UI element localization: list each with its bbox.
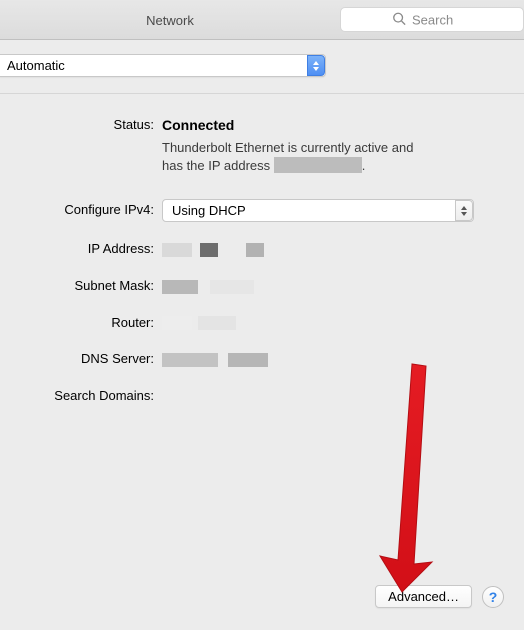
location-value: Automatic xyxy=(7,58,65,73)
dns-server-value xyxy=(162,348,510,367)
subnet-mask-label: Subnet Mask: xyxy=(14,275,162,293)
search-input[interactable] xyxy=(340,7,524,32)
help-button[interactable]: ? xyxy=(482,586,504,608)
status-label: Status: xyxy=(14,114,162,132)
advanced-button[interactable]: Advanced… xyxy=(375,585,472,608)
network-details-panel: Status: Connected Thunderbolt Ethernet i… xyxy=(0,94,524,435)
window-titlebar: Network Search xyxy=(0,0,524,40)
chevron-updown-icon xyxy=(307,55,325,76)
window-title: Network xyxy=(0,11,340,28)
search-field[interactable]: Search xyxy=(340,7,524,32)
search-domains-label: Search Domains: xyxy=(14,385,162,403)
status-value: Connected xyxy=(162,117,510,133)
router-value xyxy=(162,312,510,331)
dns-server-label: DNS Server: xyxy=(14,348,162,366)
configure-ipv4-select[interactable]: Using DHCP xyxy=(162,199,474,222)
chevron-updown-icon xyxy=(455,200,473,221)
router-label: Router: xyxy=(14,312,162,330)
configure-ipv4-value: Using DHCP xyxy=(172,203,246,218)
subnet-mask-value xyxy=(162,275,510,294)
location-select[interactable]: Automatic xyxy=(0,54,326,77)
ip-address-label: IP Address: xyxy=(14,238,162,256)
ip-address-value xyxy=(162,238,510,257)
location-bar: Automatic xyxy=(0,40,524,94)
configure-ipv4-label: Configure IPv4: xyxy=(14,199,162,217)
status-description: Thunderbolt Ethernet is currently active… xyxy=(162,139,462,175)
bottom-button-row: Advanced… ? xyxy=(375,585,504,608)
search-domains-value xyxy=(162,385,510,388)
